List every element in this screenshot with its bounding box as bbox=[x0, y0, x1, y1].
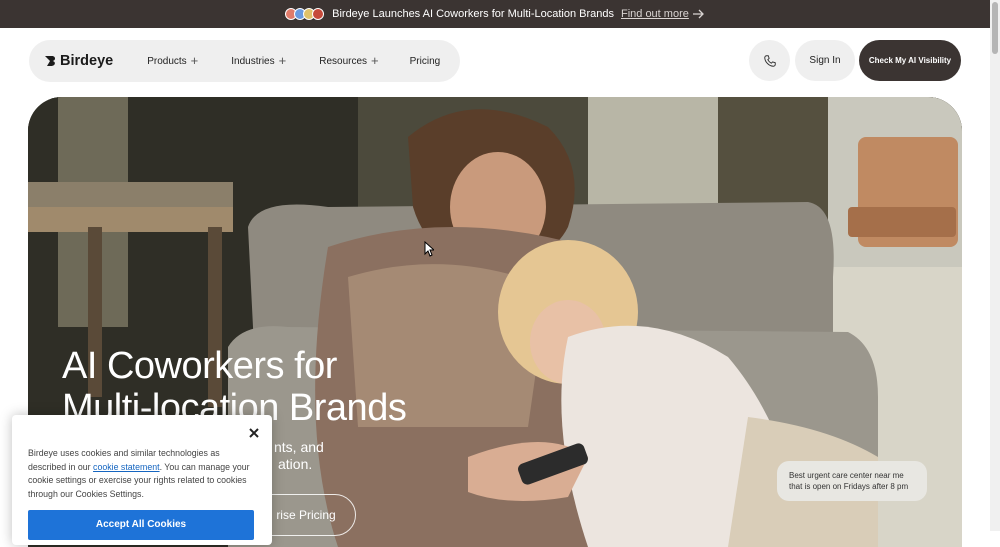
avatar bbox=[312, 8, 325, 20]
scrollbar-thumb[interactable] bbox=[992, 2, 998, 54]
phone-icon bbox=[763, 54, 776, 67]
nav-item-label: Industries bbox=[231, 55, 275, 67]
nav-item-label: Pricing bbox=[409, 55, 441, 67]
announcement-bar: Birdeye Launches AI Coworkers for Multi-… bbox=[0, 0, 990, 28]
phone-button[interactable] bbox=[749, 40, 790, 81]
hero-title-line: AI Coworkers for bbox=[62, 345, 337, 387]
close-icon[interactable] bbox=[248, 427, 260, 439]
plus-icon: + bbox=[278, 53, 287, 68]
nav-item-label: Resources bbox=[319, 55, 368, 67]
main-nav: Birdeye Products + Industries + Resource… bbox=[29, 40, 460, 82]
birdeye-logo[interactable]: Birdeye bbox=[44, 53, 113, 69]
page-scrollbar[interactable] bbox=[990, 0, 1000, 531]
check-ai-visibility-button[interactable]: Check My AI Visibility bbox=[859, 40, 961, 81]
chat-line: that is open on Fridays after 8 pm bbox=[789, 482, 909, 491]
birdeye-logo-icon bbox=[45, 56, 55, 66]
plus-icon: + bbox=[371, 53, 379, 68]
cookie-text: Birdeye uses cookies and similar technol… bbox=[28, 447, 256, 502]
arrow-right-icon bbox=[692, 9, 704, 19]
find-out-more-link[interactable]: Find out more bbox=[621, 8, 705, 20]
nav-item-label: Products bbox=[147, 55, 187, 67]
mouse-cursor-icon bbox=[424, 241, 434, 257]
chat-line: Best urgent care center near me bbox=[789, 471, 904, 480]
nav-item-pricing[interactable]: Pricing bbox=[410, 56, 441, 67]
nav-item-resources[interactable]: Resources + bbox=[319, 53, 379, 68]
nav-item-products[interactable]: Products + bbox=[147, 53, 199, 68]
accept-all-cookies-button[interactable]: Accept All Cookies bbox=[28, 510, 254, 540]
logo-text: Birdeye bbox=[60, 53, 114, 69]
announcement-text: Birdeye Launches AI Coworkers for Multi-… bbox=[332, 8, 614, 20]
sign-in-button[interactable]: Sign In bbox=[795, 40, 855, 81]
cookie-statement-link[interactable]: cookie statement bbox=[93, 462, 160, 472]
chat-prompt-bubble: Best urgent care center near me that is … bbox=[777, 461, 927, 501]
plus-icon: + bbox=[190, 53, 199, 68]
announcement-avatars bbox=[285, 8, 325, 20]
nav-item-industries[interactable]: Industries + bbox=[231, 53, 287, 68]
find-out-more-label: Find out more bbox=[620, 8, 689, 20]
cookie-banner: Birdeye uses cookies and similar technol… bbox=[12, 415, 272, 545]
